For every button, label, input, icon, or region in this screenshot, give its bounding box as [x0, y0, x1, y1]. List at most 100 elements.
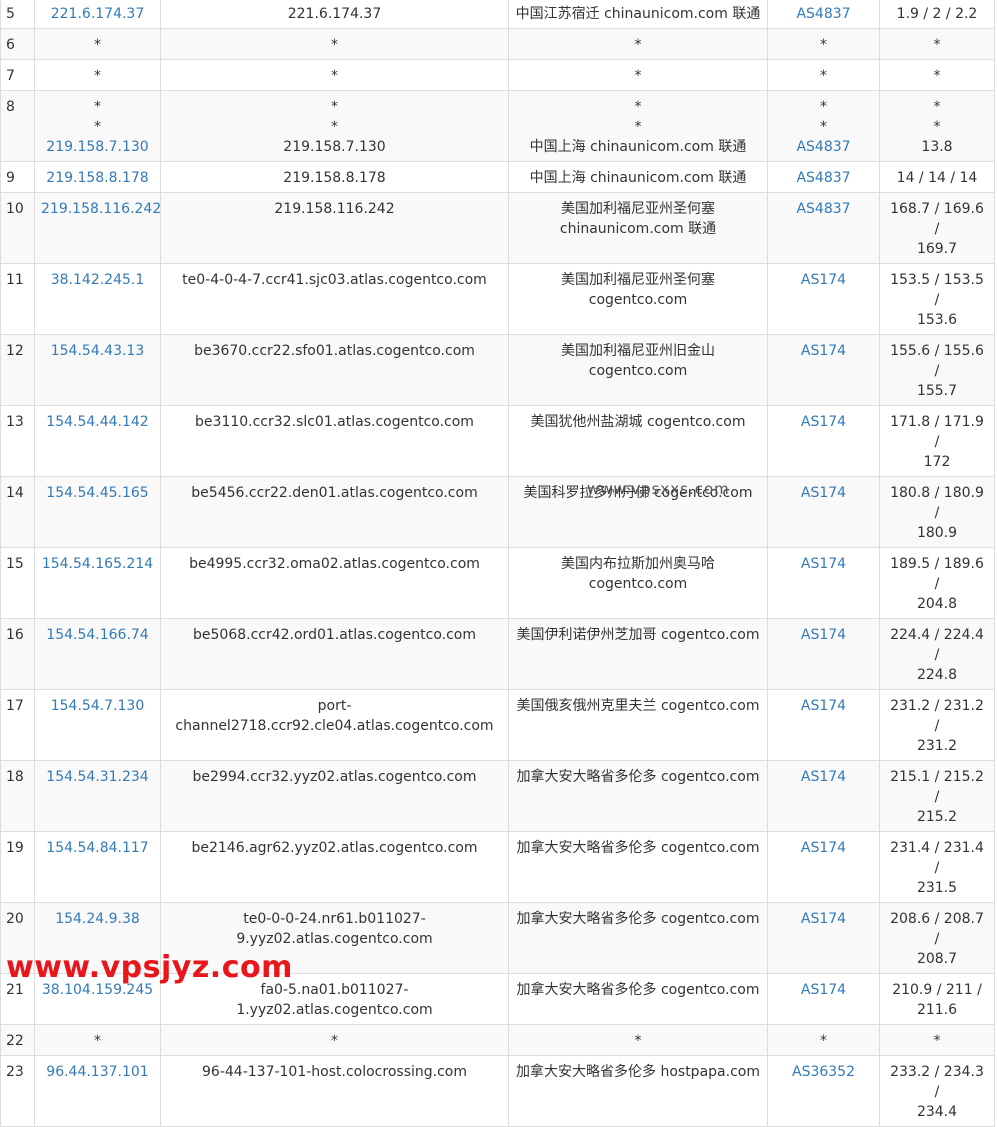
ip-link[interactable]: 219.158.116.242: [41, 199, 161, 219]
asn-link[interactable]: AS36352: [774, 1062, 873, 1082]
hostname-cell: be2146.agr62.yyz02.atlas.cogentco.com: [160, 831, 509, 903]
ip-text: *: [94, 119, 101, 135]
loc-text: 加拿大安大略省多伦多 cogentco.com: [516, 982, 760, 998]
location-cell: 加拿大安大略省多伦多 cogentco.com: [508, 902, 768, 974]
asn-cell: *: [767, 59, 880, 91]
ip-link[interactable]: 154.54.166.74: [41, 625, 154, 645]
host-text: *: [331, 1033, 338, 1049]
location-cell: 美国内布拉斯加州奥马哈 cogentco.com: [508, 547, 768, 619]
asn-cell: AS174: [767, 263, 880, 335]
host-text: *: [331, 68, 338, 84]
time-text: 210.9 / 211 /: [892, 982, 982, 998]
hop-number-cell: 13: [0, 405, 35, 477]
asn-link[interactable]: AS174: [774, 838, 873, 858]
latency-cell: 155.6 / 155.6 / 155.7: [879, 334, 995, 406]
ip-link[interactable]: 38.142.245.1: [41, 270, 154, 290]
ip-link[interactable]: 154.54.43.13: [41, 341, 154, 361]
asn-link[interactable]: AS174: [774, 980, 873, 1000]
time-text: 153.6: [916, 312, 958, 328]
latency-cell: 153.5 / 153.5 / 153.6: [879, 263, 995, 335]
table-row: 9 219.158.8.178 219.158.8.178 中国上海 chinauni…: [0, 161, 995, 193]
asn-cell: AS174: [767, 476, 880, 548]
ip-link[interactable]: 154.54.7.130: [41, 696, 154, 716]
table-row: 16 154.54.166.74 be5068.ccr42.ord01.atlas.…: [0, 618, 995, 690]
asn-text: *: [820, 99, 827, 115]
asn-text: *: [820, 68, 827, 84]
asn-cell: AS174: [767, 618, 880, 690]
hostname-cell: *: [160, 1024, 509, 1056]
loc-text: 美国内布拉斯加州奥马哈: [561, 556, 715, 572]
time-text: 153.5 / 153.5 /: [890, 272, 984, 308]
asn-link[interactable]: AS174: [774, 270, 873, 290]
hop-number-cell: 19: [0, 831, 35, 903]
asn-cell: *: [767, 1024, 880, 1056]
time-text: 180.8 / 180.9 /: [890, 485, 984, 521]
ip-cell: 154.54.84.117: [34, 831, 161, 903]
location-cell: 美国伊利诺伊州芝加哥 cogentco.com: [508, 618, 768, 690]
table-row: 11 38.142.245.1 te0-4-0-4-7.ccr41.sjc03.at…: [0, 263, 995, 335]
location-cell: *: [508, 1024, 768, 1056]
location-cell: *: [508, 59, 768, 91]
ip-link[interactable]: 154.24.9.38: [41, 909, 154, 929]
asn-link[interactable]: AS4837: [774, 168, 873, 188]
asn-link[interactable]: AS174: [774, 554, 873, 574]
hop-number-cell: 18: [0, 760, 35, 832]
ip-link[interactable]: 96.44.137.101: [41, 1062, 154, 1082]
location-cell: 加拿大安大略省多伦多 hostpapa.com: [508, 1055, 768, 1127]
asn-text: *: [820, 119, 827, 135]
host-text: 219.158.7.130: [283, 139, 386, 155]
ip-link[interactable]: 154.54.165.214: [41, 554, 154, 574]
latency-cell: 189.5 / 189.6 / 204.8: [879, 547, 995, 619]
hostname-cell: 221.6.174.37: [160, 0, 509, 29]
ip-link[interactable]: 154.54.84.117: [41, 838, 154, 858]
asn-link[interactable]: AS174: [774, 909, 873, 929]
ip-link[interactable]: 154.54.31.234: [41, 767, 154, 787]
time-text: 13.8: [921, 139, 953, 155]
asn-link[interactable]: AS174: [774, 625, 873, 645]
time-text: 172: [923, 454, 951, 470]
asn-cell: *: [767, 28, 880, 60]
loc-text: *: [634, 68, 642, 84]
hostname-cell: be5456.ccr22.den01.atlas.cogentco.com: [160, 476, 509, 548]
loc-text: 加拿大安大略省多伦多 hostpapa.com: [516, 1064, 760, 1080]
table-row: 12 154.54.43.13 be3670.ccr22.sfo01.atlas.c…: [0, 334, 995, 406]
hop-number-cell: 15: [0, 547, 35, 619]
asn-link[interactable]: AS174: [774, 412, 873, 432]
table-row: 18 154.54.31.234 be2994.ccr32.yyz02.atlas.…: [0, 760, 995, 832]
asn-link[interactable]: AS174: [774, 341, 873, 361]
ip-link[interactable]: 154.54.45.165: [41, 483, 154, 503]
ip-cell: 154.54.165.214: [34, 547, 161, 619]
host-text: 221.6.174.37: [287, 6, 382, 22]
asn-cell: * * AS4837: [767, 90, 880, 162]
time-text: 189.5 / 189.6 /: [890, 556, 984, 592]
loc-text: 加拿大安大略省多伦多 cogentco.com: [516, 911, 760, 927]
asn-link[interactable]: AS174: [774, 696, 873, 716]
hop-number-cell: 5: [0, 0, 35, 29]
hostname-cell: * * 219.158.7.130: [160, 90, 509, 162]
host-text: fa0-5.na01.b011027-1.yyz02.atlas.cogentc…: [236, 982, 433, 1018]
loc-text: 美国加利福尼亚州圣何塞: [561, 272, 715, 288]
loc-text: 中国上海 chinaunicom.com 联通: [529, 139, 747, 155]
ip-cell: *: [34, 1024, 161, 1056]
latency-cell: 231.2 / 231.2 / 231.2: [879, 689, 995, 761]
latency-cell: 1.9 / 2 / 2.2: [879, 0, 995, 29]
ip-link[interactable]: 219.158.7.130: [41, 137, 154, 157]
table-row: 5 221.6.174.37 221.6.174.37 中国江苏宿迁 chinauni…: [0, 0, 995, 29]
asn-link[interactable]: AS174: [774, 483, 873, 503]
time-text: 231.5: [916, 880, 958, 896]
ip-link[interactable]: 219.158.8.178: [41, 168, 154, 188]
asn-link[interactable]: AS4837: [774, 4, 873, 24]
watermark-center: www.vpsxxs.com: [587, 480, 730, 498]
asn-link[interactable]: AS4837: [774, 137, 873, 157]
time-text: 231.2: [916, 738, 958, 754]
time-text: 234.4: [916, 1104, 958, 1120]
asn-link[interactable]: AS4837: [774, 199, 873, 219]
time-text: 180.9: [916, 525, 958, 541]
ip-link[interactable]: 221.6.174.37: [41, 4, 154, 24]
hop-number-cell: 12: [0, 334, 35, 406]
ip-link[interactable]: 154.54.44.142: [41, 412, 154, 432]
asn-link[interactable]: AS174: [774, 767, 873, 787]
time-text: 155.7: [916, 383, 958, 399]
time-text: *: [933, 1033, 941, 1049]
host-text: 219.158.116.242: [274, 201, 395, 217]
